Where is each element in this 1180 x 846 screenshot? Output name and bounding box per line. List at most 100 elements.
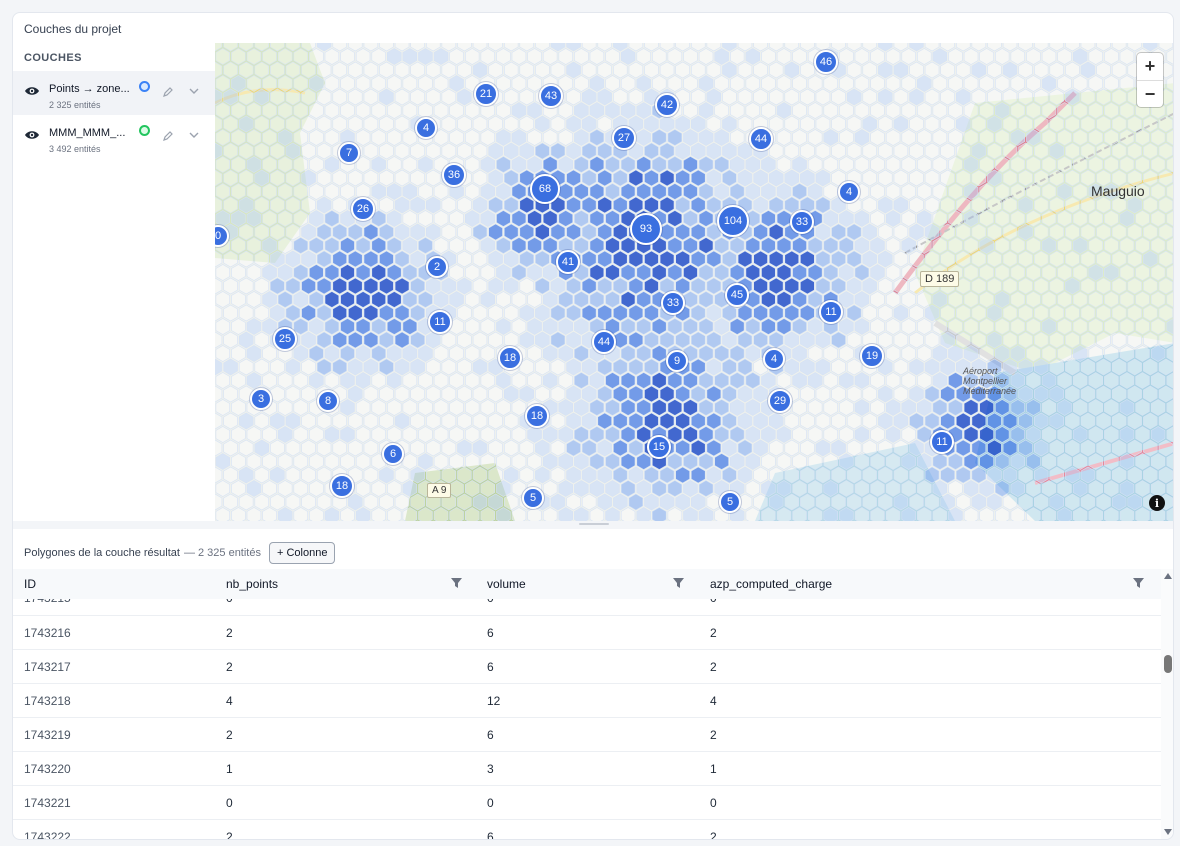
table-row[interactable]: 1743220 1 3 1 bbox=[13, 752, 1161, 786]
filter-icon[interactable] bbox=[451, 578, 462, 588]
cell-nb-points: 0 bbox=[226, 599, 233, 605]
cluster-marker[interactable]: 104 bbox=[717, 205, 749, 237]
cell-id: 1743218 bbox=[24, 694, 71, 708]
table-row[interactable]: 1743222 2 6 2 bbox=[13, 820, 1161, 840]
map-place-label: Mauguio bbox=[1091, 183, 1145, 199]
scroll-thumb[interactable] bbox=[1164, 655, 1172, 673]
cluster-marker[interactable]: 5 bbox=[719, 491, 741, 513]
cluster-marker[interactable]: 41 bbox=[556, 250, 580, 274]
layer-name: MMM_MMM_... bbox=[49, 127, 126, 139]
scroll-down-icon[interactable] bbox=[1164, 829, 1172, 835]
cluster-marker[interactable]: 27 bbox=[612, 126, 636, 150]
table-row[interactable]: 1743215 0 0 0 bbox=[13, 599, 1161, 616]
cluster-marker[interactable]: 3 bbox=[250, 388, 272, 410]
cluster-marker[interactable]: 11 bbox=[819, 300, 843, 324]
add-column-button[interactable]: + Colonne bbox=[269, 542, 336, 564]
cell-nb-points: 2 bbox=[226, 626, 233, 640]
column-header-volume[interactable]: volume bbox=[487, 577, 526, 591]
eye-icon[interactable] bbox=[24, 129, 40, 141]
column-header-azp-computed-charge[interactable]: azp_computed_charge bbox=[710, 577, 832, 591]
layer-item-points-zones[interactable]: Points → zone... 2 325 entités bbox=[13, 71, 215, 115]
road-label: D 189 bbox=[920, 271, 960, 287]
cluster-marker[interactable]: 6 bbox=[382, 443, 404, 465]
cluster-marker[interactable]: 2 bbox=[426, 256, 448, 278]
cell-volume: 6 bbox=[487, 626, 494, 640]
zoom-control: + − bbox=[1137, 53, 1163, 107]
cell-nb-points: 2 bbox=[226, 830, 233, 840]
cluster-marker[interactable]: 44 bbox=[592, 330, 616, 354]
cluster-marker[interactable]: 43 bbox=[539, 84, 563, 108]
layers-sidebar: COUCHES Points → zone... 2 325 entités M… bbox=[13, 43, 216, 521]
sidebar-title: COUCHES bbox=[24, 52, 82, 64]
column-header-nb-points[interactable]: nb_points bbox=[226, 577, 278, 591]
zoom-out-button[interactable]: − bbox=[1137, 81, 1163, 108]
chevron-down-icon[interactable] bbox=[189, 131, 199, 139]
map-view[interactable]: Mauguio D 189 A 9 Aéroport Montpellier M… bbox=[215, 43, 1173, 521]
cell-nb-points: 2 bbox=[226, 660, 233, 674]
table-toolbar: Polygones de la couche résultat — 2 325 … bbox=[13, 529, 1173, 569]
pencil-icon[interactable] bbox=[163, 87, 173, 97]
cluster-marker[interactable]: 4 bbox=[838, 181, 860, 203]
cell-volume: 12 bbox=[487, 694, 501, 708]
cell-azp-computed-charge: 2 bbox=[710, 830, 717, 840]
scroll-up-icon[interactable] bbox=[1164, 573, 1172, 579]
airport-label: Aéroport Montpellier Méditerranée bbox=[963, 366, 1017, 396]
cluster-marker[interactable]: 42 bbox=[655, 93, 679, 117]
layer-name: Points → zone... bbox=[49, 83, 130, 95]
layer-count: 3 492 entités bbox=[49, 144, 101, 154]
panel-splitter[interactable] bbox=[13, 521, 1173, 529]
table-row[interactable]: 1743221 0 0 0 bbox=[13, 786, 1161, 820]
pencil-icon[interactable] bbox=[163, 131, 173, 141]
layer-item-mmm[interactable]: MMM_MMM_... 3 492 entités bbox=[13, 115, 215, 159]
cell-volume: 6 bbox=[487, 660, 494, 674]
cluster-marker[interactable]: 18 bbox=[525, 404, 549, 428]
splitter-grip[interactable] bbox=[579, 523, 609, 525]
cluster-marker[interactable]: 4 bbox=[763, 348, 785, 370]
cluster-marker[interactable]: 44 bbox=[749, 127, 773, 151]
column-header-id[interactable]: ID bbox=[24, 577, 36, 591]
cluster-marker[interactable]: 5 bbox=[522, 487, 544, 509]
table-row[interactable]: 1743218 4 12 4 bbox=[13, 684, 1161, 718]
table-scrollbar[interactable] bbox=[1161, 569, 1173, 839]
cluster-marker[interactable]: 46 bbox=[814, 50, 838, 74]
cluster-marker[interactable]: 29 bbox=[768, 389, 792, 413]
cluster-marker[interactable]: 11 bbox=[930, 430, 954, 454]
cluster-marker[interactable]: 7 bbox=[338, 142, 360, 164]
eye-icon[interactable] bbox=[24, 85, 40, 97]
cluster-marker[interactable]: 19 bbox=[860, 344, 884, 368]
cluster-marker[interactable]: 45 bbox=[725, 283, 749, 307]
chevron-down-icon[interactable] bbox=[189, 87, 199, 95]
table-row[interactable]: 1743216 2 6 2 bbox=[13, 616, 1161, 650]
cell-id: 1743220 bbox=[24, 762, 71, 776]
cluster-marker[interactable]: 36 bbox=[442, 163, 466, 187]
cluster-marker[interactable]: 9 bbox=[666, 350, 688, 372]
cluster-marker[interactable]: 25 bbox=[273, 327, 297, 351]
motorway-label: A 9 bbox=[427, 483, 452, 498]
cluster-marker[interactable]: 33 bbox=[790, 210, 814, 234]
cluster-marker[interactable]: 15 bbox=[647, 435, 671, 459]
cell-id: 1743222 bbox=[24, 830, 71, 840]
cluster-marker[interactable]: 93 bbox=[630, 213, 662, 245]
cluster-marker[interactable]: 18 bbox=[330, 474, 354, 498]
info-icon[interactable]: i bbox=[1149, 495, 1165, 511]
cell-nb-points: 1 bbox=[226, 762, 233, 776]
table-summary-count: — 2 325 entités bbox=[183, 547, 261, 559]
cluster-marker[interactable]: 21 bbox=[474, 82, 498, 106]
cluster-marker[interactable]: 33 bbox=[661, 291, 685, 315]
cell-azp-computed-charge: 0 bbox=[710, 796, 717, 810]
cell-azp-computed-charge: 4 bbox=[710, 694, 717, 708]
cell-nb-points: 2 bbox=[226, 728, 233, 742]
cluster-marker[interactable]: 8 bbox=[317, 390, 339, 412]
cluster-marker[interactable]: 68 bbox=[530, 174, 560, 204]
cluster-marker[interactable]: 4 bbox=[415, 117, 437, 139]
zoom-in-button[interactable]: + bbox=[1137, 53, 1163, 81]
cluster-marker[interactable]: 18 bbox=[498, 346, 522, 370]
table-row[interactable]: 1743219 2 6 2 bbox=[13, 718, 1161, 752]
cell-id: 1743219 bbox=[24, 728, 71, 742]
table-row[interactable]: 1743217 2 6 2 bbox=[13, 650, 1161, 684]
filter-icon[interactable] bbox=[673, 578, 684, 588]
filter-icon[interactable] bbox=[1133, 578, 1144, 588]
cluster-marker[interactable]: 26 bbox=[351, 197, 375, 221]
cell-azp-computed-charge: 2 bbox=[710, 626, 717, 640]
cluster-marker[interactable]: 11 bbox=[428, 310, 452, 334]
